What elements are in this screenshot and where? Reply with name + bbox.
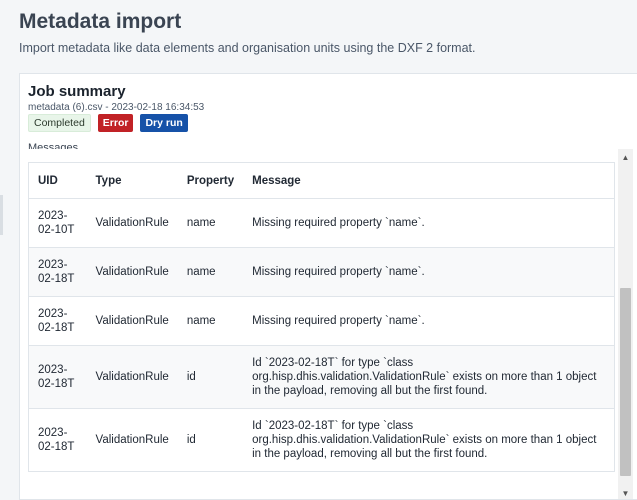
cell-message: Missing required property `name`. [243,247,615,297]
cell-uid: 2023-02-18T [28,345,87,409]
table-row: 2023-02-18T ValidationRule id Id `2023-0… [28,408,615,472]
table-header-row: UID Type Property Message [28,162,615,199]
error-tag: Error [97,114,134,132]
cell-uid: 2023-02-18T [28,408,87,472]
column-header-message: Message [243,162,615,199]
cell-message: Missing required property `name`. [243,296,615,346]
dry-run-tag: Dry run [140,114,188,132]
job-summary-title: Job summary [28,83,126,100]
cell-type: ValidationRule [86,247,178,297]
status-tags: Completed Error Dry run [28,114,188,132]
cell-message: Id `2023-02-18T` for type `class org.his… [243,345,615,409]
cell-uid: 2023-02-10T [28,198,87,248]
scrollbar-thumb[interactable] [620,288,631,476]
cell-type: ValidationRule [86,296,178,346]
cell-property: name [177,198,244,248]
column-header-type: Type [86,162,178,199]
table-row: 2023-02-10T ValidationRule name Missing … [28,198,615,248]
completed-tag: Completed [28,114,91,132]
cell-property: id [177,345,244,409]
triangle-up-icon[interactable]: ▲ [618,151,633,163]
cell-type: ValidationRule [86,408,178,472]
table-row: 2023-02-18T ValidationRule name Missing … [28,296,615,346]
vertical-scrollbar[interactable]: ▲ ▼ [618,149,633,499]
cell-property: id [177,408,244,472]
cell-message: Id `2023-02-18T` for type `class org.his… [243,408,615,472]
column-header-property: Property [177,162,244,199]
table-row: 2023-02-18T ValidationRule name Missing … [28,247,615,297]
column-header-uid: UID [28,162,87,199]
cell-property: name [177,247,244,297]
cell-property: name [177,296,244,346]
triangle-down-icon[interactable]: ▼ [618,487,633,499]
page-subtitle: Import metadata like data elements and o… [19,41,476,55]
cell-uid: 2023-02-18T [28,296,87,346]
cell-message: Missing required property `name`. [243,198,615,248]
metadata-import-page: Metadata import Import metadata like dat… [0,0,637,500]
job-meta: metadata (6).csv - 2023-02-18 16:34:53 [28,102,205,113]
cell-type: ValidationRule [86,345,178,409]
job-summary-card: Job summary metadata (6).csv - 2023-02-1… [19,73,637,500]
page-title: Metadata import [19,10,182,33]
table-row: 2023-02-18T ValidationRule id Id `2023-0… [28,345,615,409]
cell-uid: 2023-02-18T [28,247,87,297]
messages-table: UID Type Property Message 2023-02-10T Va… [28,162,615,472]
cell-type: ValidationRule [86,198,178,248]
messages-scroll-area[interactable]: UID Type Property Message 2023-02-10T Va… [20,149,637,499]
sidebar-edge [0,195,3,235]
